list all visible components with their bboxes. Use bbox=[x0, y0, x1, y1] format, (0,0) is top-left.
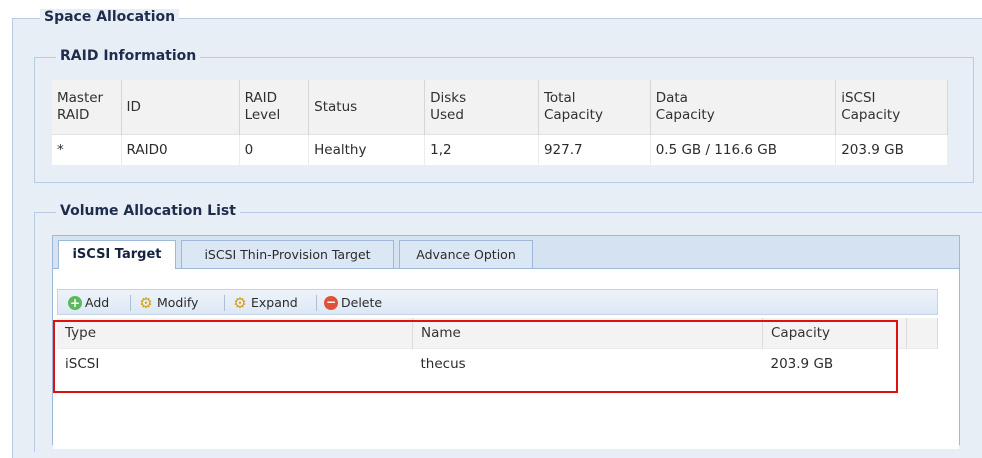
col-disks-used[interactable]: Disks Used bbox=[424, 80, 539, 135]
gear-icon: ⚙ bbox=[233, 294, 247, 312]
volume-table-header: Type Name Capacity bbox=[57, 318, 938, 349]
gear-icon: ⚙ bbox=[139, 294, 153, 312]
cell-iscsi: 203.9 GB bbox=[835, 134, 948, 165]
modify-button[interactable]: ⚙ Modify bbox=[138, 293, 198, 313]
cell-capacity: 203.9 GB bbox=[762, 348, 907, 379]
add-button[interactable]: + Add bbox=[68, 293, 109, 313]
expand-button[interactable]: ⚙ Expand bbox=[232, 293, 297, 313]
tab-iscsi-thin-provision[interactable]: iSCSI Thin-Provision Target bbox=[181, 240, 394, 268]
col-status[interactable]: Status bbox=[308, 80, 426, 135]
delete-button[interactable]: − Delete bbox=[324, 293, 382, 313]
cell-disks: 1,2 bbox=[424, 134, 539, 165]
toolbar-separator bbox=[224, 295, 225, 311]
cell-total: 927.7 bbox=[538, 134, 651, 165]
col-total-capacity[interactable]: Total Capacity bbox=[538, 80, 651, 135]
cell-level: 0 bbox=[239, 134, 310, 165]
cell-status: Healthy bbox=[308, 134, 426, 165]
col-name[interactable]: Name bbox=[412, 318, 763, 349]
table-row[interactable]: iSCSI thecus 203.9 GB bbox=[57, 348, 938, 379]
cell-master: * bbox=[52, 134, 122, 165]
toolbar-separator bbox=[316, 295, 317, 311]
toolbar: + Add ⚙ Modify ⚙ Expand − Delete bbox=[57, 289, 938, 315]
raid-table-row[interactable]: * RAID0 0 Healthy 1,2 927.7 0.5 GB / 116… bbox=[52, 134, 948, 165]
col-capacity[interactable]: Capacity bbox=[762, 318, 907, 349]
raid-table: Master RAID ID RAID Level Status Disks Used… bbox=[52, 80, 948, 165]
col-raid-level[interactable]: RAID Level bbox=[239, 80, 310, 135]
cell-data: 0.5 GB / 116.6 GB bbox=[650, 134, 837, 165]
toolbar-separator bbox=[130, 295, 131, 311]
col-iscsi-capacity[interactable]: iSCSI Capacity bbox=[835, 80, 948, 135]
raid-table-header: Master RAID ID RAID Level Status Disks Used… bbox=[52, 80, 948, 135]
tab-iscsi-target[interactable]: iSCSI Target bbox=[58, 240, 176, 269]
cell-name: thecus bbox=[412, 348, 763, 379]
col-type[interactable]: Type bbox=[57, 318, 413, 349]
space-allocation-legend: Space Allocation bbox=[40, 9, 180, 25]
cell-type: iSCSI bbox=[57, 348, 413, 379]
col-data-capacity[interactable]: Data Capacity bbox=[650, 80, 837, 135]
volume-allocation-legend: Volume Allocation List bbox=[56, 203, 240, 219]
col-master-raid[interactable]: Master RAID bbox=[52, 80, 122, 135]
col-filler bbox=[906, 318, 938, 349]
add-icon: + bbox=[68, 296, 82, 310]
col-id[interactable]: ID bbox=[121, 80, 240, 135]
volume-table: Type Name Capacity iSCSI thecus 203.9 GB bbox=[57, 318, 938, 379]
raid-information-legend: RAID Information bbox=[56, 48, 201, 64]
delete-icon: − bbox=[324, 295, 338, 310]
tab-advance-option[interactable]: Advance Option bbox=[399, 240, 533, 268]
cell-id: RAID0 bbox=[121, 134, 240, 165]
